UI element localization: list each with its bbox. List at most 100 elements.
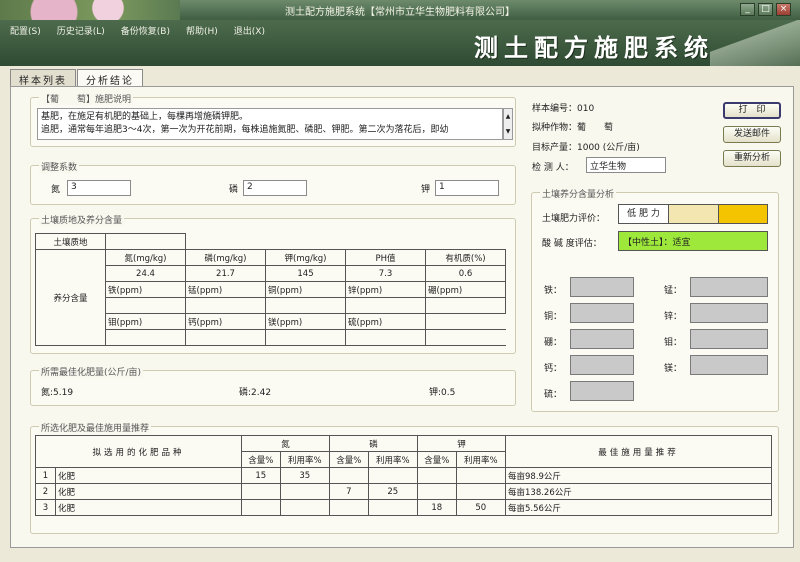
sample-id: 样本编号：010 (532, 104, 595, 114)
tab-strip: 样本列表 分析结论 (10, 69, 144, 87)
v1-4[interactable]: 0.6 (425, 265, 506, 282)
row-n-r[interactable]: 35 (279, 467, 331, 484)
menu-help[interactable]: 帮助(H) (186, 24, 218, 37)
rec-n-rate: 利用率% (279, 451, 331, 468)
b-label: 硼： (544, 338, 563, 348)
row-k-c[interactable]: 18 (417, 499, 457, 516)
row-amount: 每亩98.9公斤 (505, 467, 772, 484)
rec-p-rate: 利用率% (367, 451, 419, 468)
v2-1[interactable] (185, 297, 266, 314)
rec-header-n: 氮 (241, 435, 330, 452)
tab-analysis[interactable]: 分析结论 (77, 69, 143, 87)
rec-p-content: 含量% (329, 451, 369, 468)
table-row[interactable]: 2 化肥 7 25 每亩138.26公斤 (35, 483, 772, 500)
close-button[interactable]: × (776, 3, 791, 16)
rec-header-best: 最佳施用量推荐 (505, 435, 772, 468)
cu-label: 铜： (544, 312, 563, 322)
k-coef-input[interactable]: 1 (435, 180, 499, 196)
sample-crop: 拟种作物：葡 萄 (532, 123, 614, 133)
v1-1[interactable]: 21.7 (185, 265, 266, 282)
rec-header-k: 钾 (417, 435, 506, 452)
texture-value[interactable] (105, 233, 186, 250)
zn-label: 锌： (664, 312, 683, 322)
mn-box (690, 277, 768, 297)
soil-table: 土壤质地 养分含量 氮(mg/kg) 磷(mg/kg) 钾(mg/kg) PH值… (35, 233, 506, 346)
reanalyze-button[interactable]: 重新分析 (723, 150, 781, 167)
h2-4: 硼(ppm) (425, 281, 506, 298)
row-name[interactable]: 化肥 (55, 467, 242, 484)
b-box (570, 329, 634, 349)
menu-backup[interactable]: 备份恢复(B) (121, 24, 170, 37)
tab-sample-list[interactable]: 样本列表 (10, 69, 76, 87)
s-label: 硫： (544, 390, 563, 400)
v2-0[interactable] (105, 297, 186, 314)
table-row[interactable]: 3 化肥 18 50 每亩5.56公斤 (35, 499, 772, 516)
row-p-c[interactable]: 7 (329, 483, 369, 500)
row-k-r[interactable] (455, 483, 507, 500)
row-k-c[interactable] (417, 483, 457, 500)
row-p-c[interactable] (329, 499, 369, 516)
row-n-c[interactable] (241, 499, 281, 516)
table-row[interactable]: 1 化肥 15 35 每亩98.9公斤 (35, 467, 772, 484)
rec-header-p: 磷 (329, 435, 418, 452)
row-name[interactable]: 化肥 (55, 499, 242, 516)
inspector-input[interactable]: 立华生物 (586, 157, 666, 173)
row-p-r[interactable] (367, 499, 419, 516)
v1-2[interactable]: 145 (265, 265, 346, 282)
row-p-r[interactable]: 25 (367, 483, 419, 500)
v3-2[interactable] (265, 329, 346, 346)
menu-history[interactable]: 历史记录(L) (57, 24, 105, 37)
best-k: 钾:0.5 (429, 388, 456, 398)
minimize-button[interactable]: _ (740, 3, 755, 16)
v3-1[interactable] (185, 329, 266, 346)
h1-1: 磷(mg/kg) (185, 249, 266, 266)
menu-config[interactable]: 配置(S) (10, 24, 41, 37)
cu-box (570, 303, 634, 323)
row-p-c[interactable] (329, 467, 369, 484)
h3-1: 钙(ppm) (185, 313, 266, 330)
row-k-r[interactable]: 50 (455, 499, 507, 516)
v3-0[interactable] (105, 329, 186, 346)
fertility-bar: 低 肥 力 (618, 204, 768, 224)
row-n-c[interactable]: 15 (241, 467, 281, 484)
mo-label: 钼： (664, 338, 683, 348)
nutrient-analysis-label: 土壤养分含量分析 (540, 187, 617, 200)
v2-2[interactable] (265, 297, 346, 314)
row-k-r[interactable] (455, 467, 507, 484)
h2-1: 锰(ppm) (185, 281, 266, 298)
row-n-c[interactable] (241, 483, 281, 500)
coef-group: 调整系数 氮 3 磷 2 钾 1 (30, 160, 516, 205)
v3-3[interactable] (345, 329, 426, 346)
n-coef-input[interactable]: 3 (67, 180, 131, 196)
fertility-mid (669, 205, 719, 223)
row-k-c[interactable] (417, 467, 457, 484)
mg-box (690, 355, 768, 375)
row-amount: 每亩5.56公斤 (505, 499, 772, 516)
best-n: 氮:5.19 (41, 388, 74, 398)
h1-3: PH值 (345, 249, 426, 266)
v2-3[interactable] (345, 297, 426, 314)
p-coef-input[interactable]: 2 (243, 180, 307, 196)
row-no: 1 (35, 467, 56, 484)
h3-2: 镁(ppm) (265, 313, 346, 330)
soil-label: 土壤质地及养分含量 (39, 213, 125, 226)
maximize-button[interactable]: □ (758, 3, 773, 16)
v1-0[interactable]: 24.4 (105, 265, 186, 282)
s-box (570, 381, 634, 401)
row-n-r[interactable] (279, 499, 331, 516)
h2-3: 锌(ppm) (345, 281, 426, 298)
mn-label: 锰： (664, 286, 683, 296)
v1-3[interactable]: 7.3 (345, 265, 426, 282)
v2-4[interactable] (425, 297, 506, 314)
scrollbar[interactable]: ▲ ▼ (503, 108, 513, 140)
fert-desc-text[interactable]: 基肥，在施足有机肥的基础上，每棵再增施磷钾肥。 追肥，通常每年追肥3～4次，第一… (37, 108, 503, 140)
coef-label: 调整系数 (39, 160, 80, 173)
print-button[interactable]: 打 印 (723, 102, 781, 119)
zn-box (690, 303, 768, 323)
ph-label: 酸 碱 度评估： (542, 239, 602, 249)
row-p-r[interactable] (367, 467, 419, 484)
row-name[interactable]: 化肥 (55, 483, 242, 500)
row-n-r[interactable] (279, 483, 331, 500)
send-mail-button[interactable]: 发送邮件 (723, 126, 781, 143)
menu-exit[interactable]: 退出(X) (234, 24, 265, 37)
